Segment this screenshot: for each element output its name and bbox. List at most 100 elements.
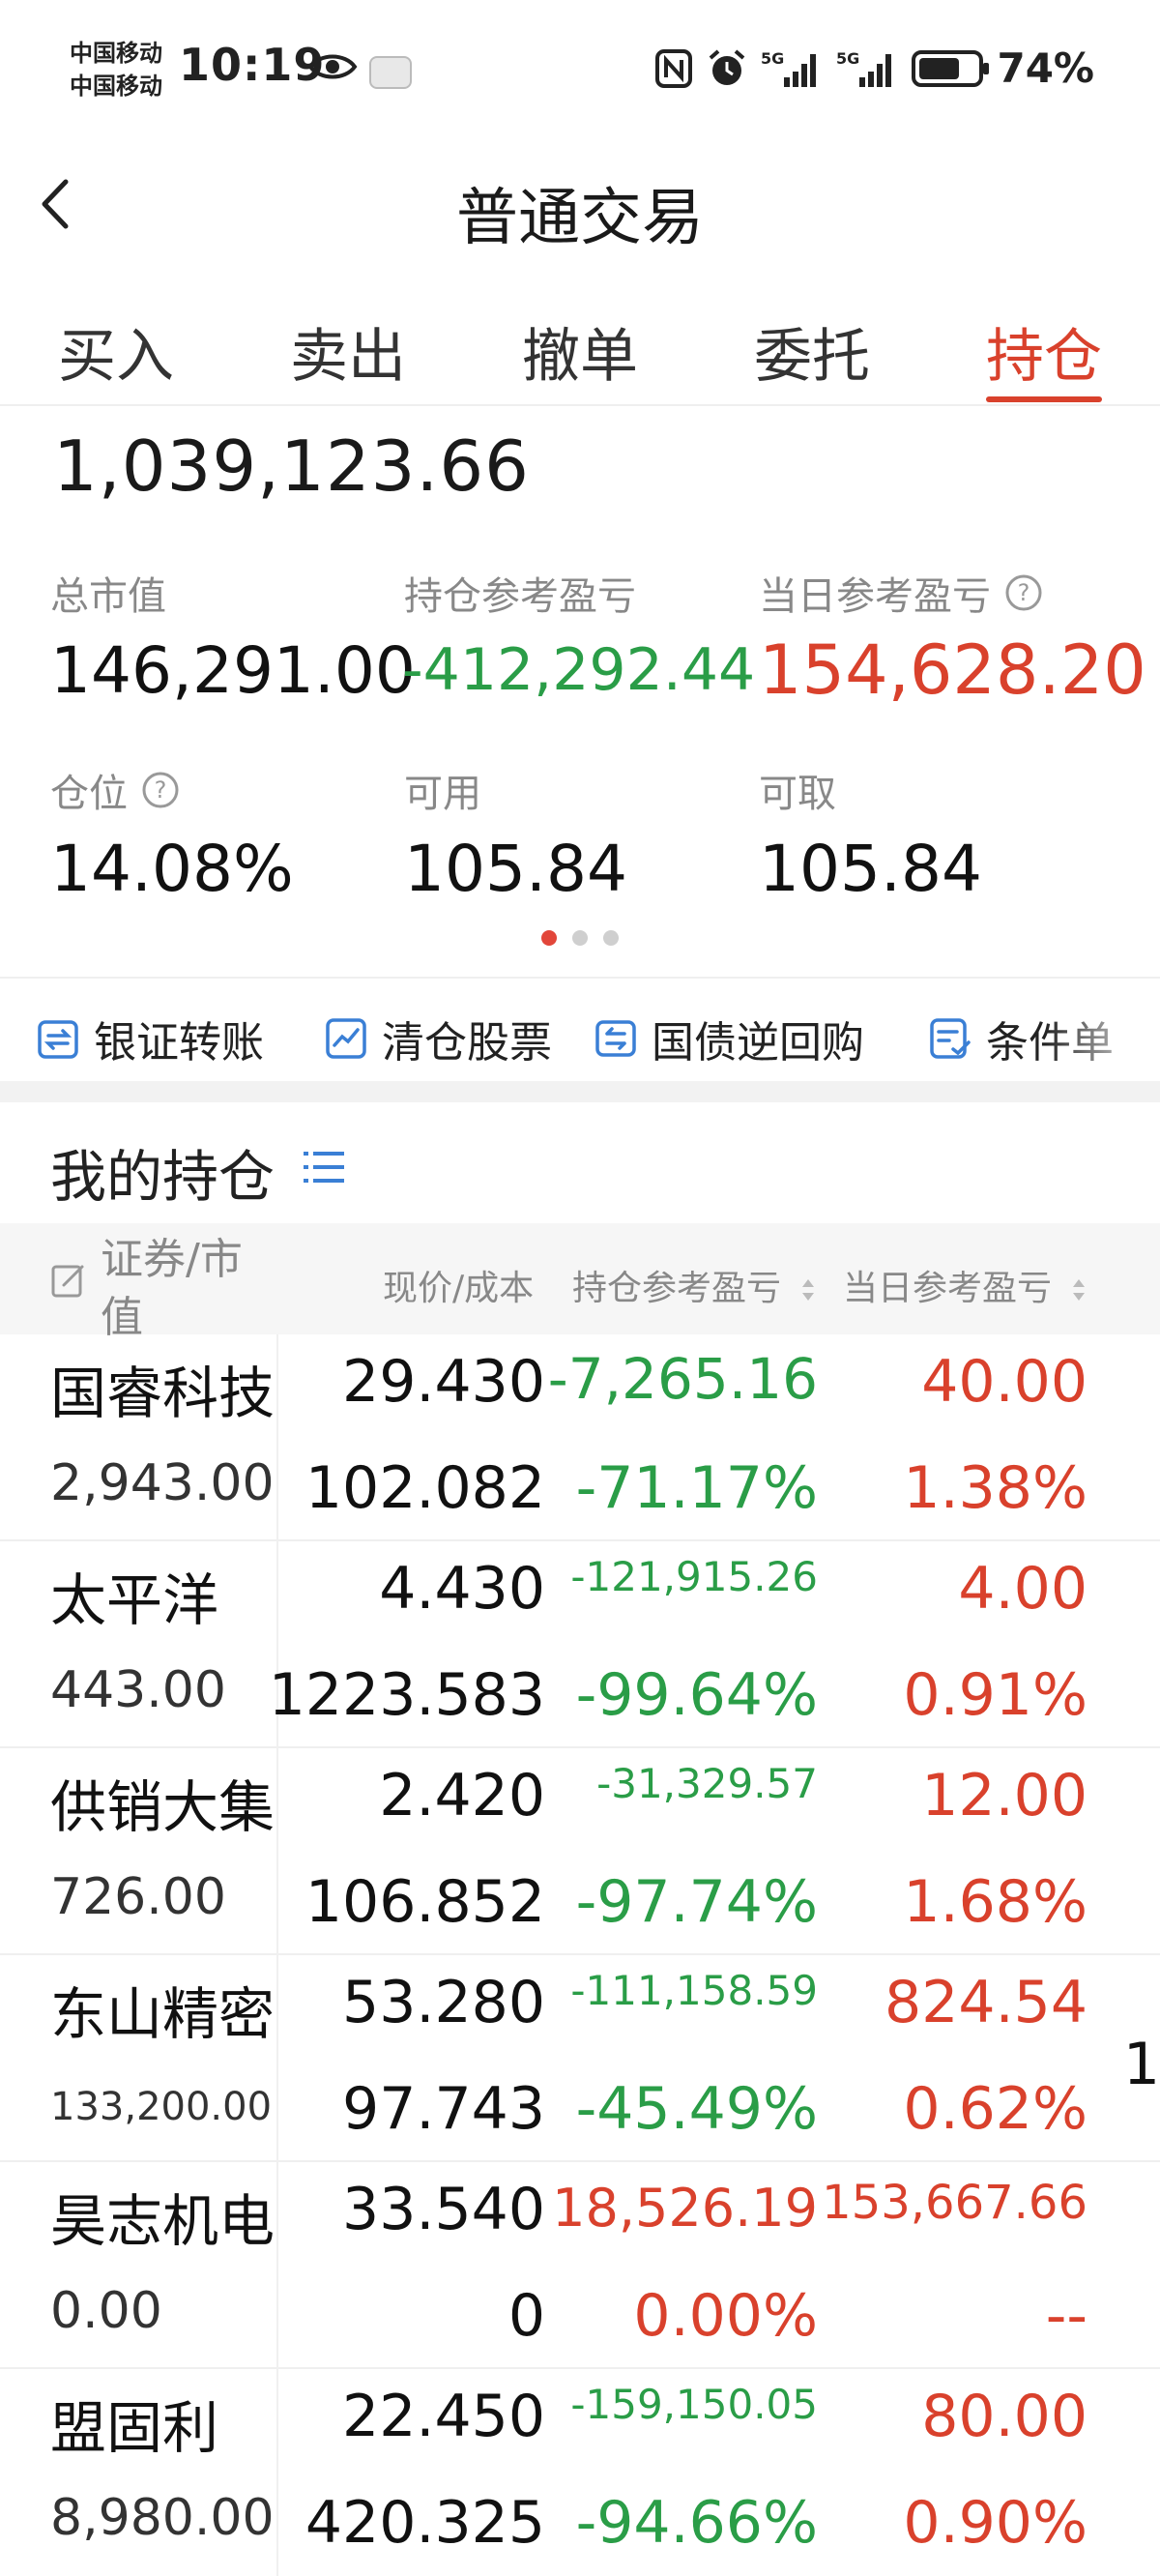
status-right: 5G 5G 74% xyxy=(654,44,1094,92)
help-icon[interactable]: ? xyxy=(1004,573,1043,612)
transfer-icon xyxy=(38,1020,78,1059)
title-bar: 普通交易 xyxy=(0,145,1160,271)
withdrawable-funds: 105.84 xyxy=(759,832,982,906)
condition-icon xyxy=(930,1018,971,1059)
available-label: 可用 xyxy=(404,762,481,818)
market-value-label: 总市值 xyxy=(50,565,166,621)
stock-price: 2.420 xyxy=(379,1762,545,1830)
stock-day-pl-pct: 1.68% xyxy=(903,1868,1088,1936)
chart-clear-icon xyxy=(326,1018,366,1059)
svg-text:?: ? xyxy=(1018,579,1030,606)
stock-price: 29.430 xyxy=(342,1348,545,1416)
stock-market-value: 726.00 xyxy=(50,1868,226,1926)
position-ratio-label: 仓位 ? xyxy=(50,762,180,818)
tab-positions[interactable]: 持仓 xyxy=(986,309,1102,394)
tab-buy[interactable]: 买入 xyxy=(58,309,174,394)
stock-name: 国睿科技 xyxy=(50,1361,276,1426)
column-day-pl[interactable]: 当日参考盈亏 xyxy=(843,1260,1088,1310)
svg-text:5G: 5G xyxy=(761,49,784,68)
table-row[interactable]: 国睿科技 2,943.00 29.430 102.082 -7,265.16 -… xyxy=(0,1334,1160,1541)
stock-position-pl: -31,329.57 xyxy=(596,1760,818,1807)
reverse-repo-button[interactable]: 国债逆回购 xyxy=(592,1008,864,1069)
stock-cost: 102.082 xyxy=(304,1454,545,1522)
stock-position-pl-pct: -99.64% xyxy=(575,1661,818,1729)
position-pl: -412,292.44 xyxy=(402,636,756,704)
stock-day-pl: 153,667.66 xyxy=(822,2176,1088,2230)
stock-day-pl: 824.54 xyxy=(884,1969,1088,2036)
stock-day-pl-pct: 0.91% xyxy=(903,1661,1088,1729)
carrier-labels: 中国移动 中国移动 xyxy=(70,37,162,102)
holdings-table-header: 证券/市值 现价/成本 持仓参考盈亏 当日参考盈亏 xyxy=(0,1223,1160,1342)
app-notification-icon xyxy=(369,56,412,89)
tab-orders[interactable]: 委托 xyxy=(754,309,870,394)
clear-stock-label: 清仓股票 xyxy=(382,1018,552,1068)
column-price-cost: 现价/成本 xyxy=(383,1269,535,1308)
page-dot-active xyxy=(541,930,557,946)
edit-icon[interactable] xyxy=(50,1262,87,1299)
stock-position-pl-pct: 0.00% xyxy=(633,2282,818,2350)
stock-position-pl-pct: -94.66% xyxy=(575,2489,818,2557)
battery-percent: 74% xyxy=(997,44,1094,92)
table-row[interactable]: 太平洋 443.00 4.430 1223.583 -121,915.26 -9… xyxy=(0,1541,1160,1748)
repo-icon xyxy=(595,1020,636,1057)
stock-market-value: 2,943.00 xyxy=(50,1454,275,1512)
column-position-pl[interactable]: 持仓参考盈亏 xyxy=(572,1260,817,1310)
day-pl-label: 当日参考盈亏 ? xyxy=(759,565,1043,621)
stock-position-pl: 18,526.19 xyxy=(552,2178,818,2239)
available-label-text: 可用 xyxy=(404,772,481,816)
stock-market-value: 133,200.00 xyxy=(50,2085,273,2129)
signal-5g-icon-2: 5G xyxy=(836,49,892,87)
battery-icon xyxy=(912,49,990,87)
sort-icon[interactable] xyxy=(799,1275,817,1304)
stock-name: 盟固利 xyxy=(50,2395,219,2461)
day-pl-label-text: 当日参考盈亏 xyxy=(759,574,991,619)
page-dot xyxy=(572,930,588,946)
page-title: 普通交易 xyxy=(456,183,704,254)
active-tab-indicator xyxy=(986,396,1102,402)
column-position-pl-label: 持仓参考盈亏 xyxy=(572,1269,782,1308)
stock-name: 太平洋 xyxy=(50,1567,219,1633)
tab-cancel[interactable]: 撤单 xyxy=(522,309,638,394)
table-row[interactable]: 昊志机电 0.00 33.540 0 18,526.19 0.00% 153,6… xyxy=(0,2162,1160,2369)
stock-price: 53.280 xyxy=(342,1969,545,2036)
stock-position-pl: -111,158.59 xyxy=(570,1967,818,2014)
stock-day-pl: 80.00 xyxy=(921,2383,1088,2450)
position-pl-label-text: 持仓参考盈亏 xyxy=(404,574,636,619)
clear-stock-button[interactable]: 清仓股票 xyxy=(322,1008,552,1069)
table-row[interactable]: 供销大集 726.00 2.420 106.852 -31,329.57 -97… xyxy=(0,1748,1160,1955)
bank-transfer-button[interactable]: 银证转账 xyxy=(34,1008,264,1069)
stock-day-pl: 12.00 xyxy=(921,1762,1088,1830)
stock-price: 4.430 xyxy=(379,1555,545,1623)
signal-5g-icon-1: 5G xyxy=(761,49,817,87)
position-ratio: 14.08% xyxy=(50,832,294,906)
page-indicator xyxy=(0,930,1160,946)
bank-transfer-label: 银证转账 xyxy=(94,1018,264,1068)
carrier-2: 中国移动 xyxy=(70,73,162,100)
stock-position-pl: -159,150.05 xyxy=(570,2381,818,2428)
stock-cost: 97.743 xyxy=(342,2075,545,2143)
stock-day-pl-pct: 0.62% xyxy=(903,2075,1088,2143)
column-day-pl-label: 当日参考盈亏 xyxy=(843,1269,1053,1308)
withdrawable-label-text: 可取 xyxy=(759,772,836,816)
trade-tabs: 买入 卖出 撤单 委托 持仓 xyxy=(0,300,1160,406)
stock-name: 昊志机电 xyxy=(50,2188,276,2254)
svg-text:5G: 5G xyxy=(836,49,859,68)
help-icon[interactable]: ? xyxy=(141,771,180,809)
stock-day-pl: 4.00 xyxy=(958,1555,1088,1623)
stock-market-value: 8,980.00 xyxy=(50,2489,275,2547)
position-ratio-label-text: 仓位 xyxy=(50,772,128,816)
stock-position-pl: -121,915.26 xyxy=(570,1553,818,1600)
section-divider xyxy=(0,1081,1160,1102)
eye-icon xyxy=(307,54,358,79)
scroll-fade xyxy=(1044,979,1160,1095)
table-row[interactable]: 盟固利 8,980.00 22.450 420.325 -159,150.05 … xyxy=(0,2369,1160,2576)
sort-icon[interactable] xyxy=(1070,1275,1088,1304)
stock-price: 22.450 xyxy=(342,2383,545,2450)
table-row[interactable]: 东山精密 133,200.00 53.280 97.743 -111,158.5… xyxy=(0,1955,1160,2162)
carrier-1: 中国移动 xyxy=(70,40,162,67)
available-funds: 105.84 xyxy=(404,832,627,906)
stock-name: 供销大集 xyxy=(50,1774,276,1840)
tab-sell[interactable]: 卖出 xyxy=(290,309,406,394)
list-icon[interactable] xyxy=(302,1147,348,1187)
stock-cost: 1223.583 xyxy=(268,1661,545,1729)
